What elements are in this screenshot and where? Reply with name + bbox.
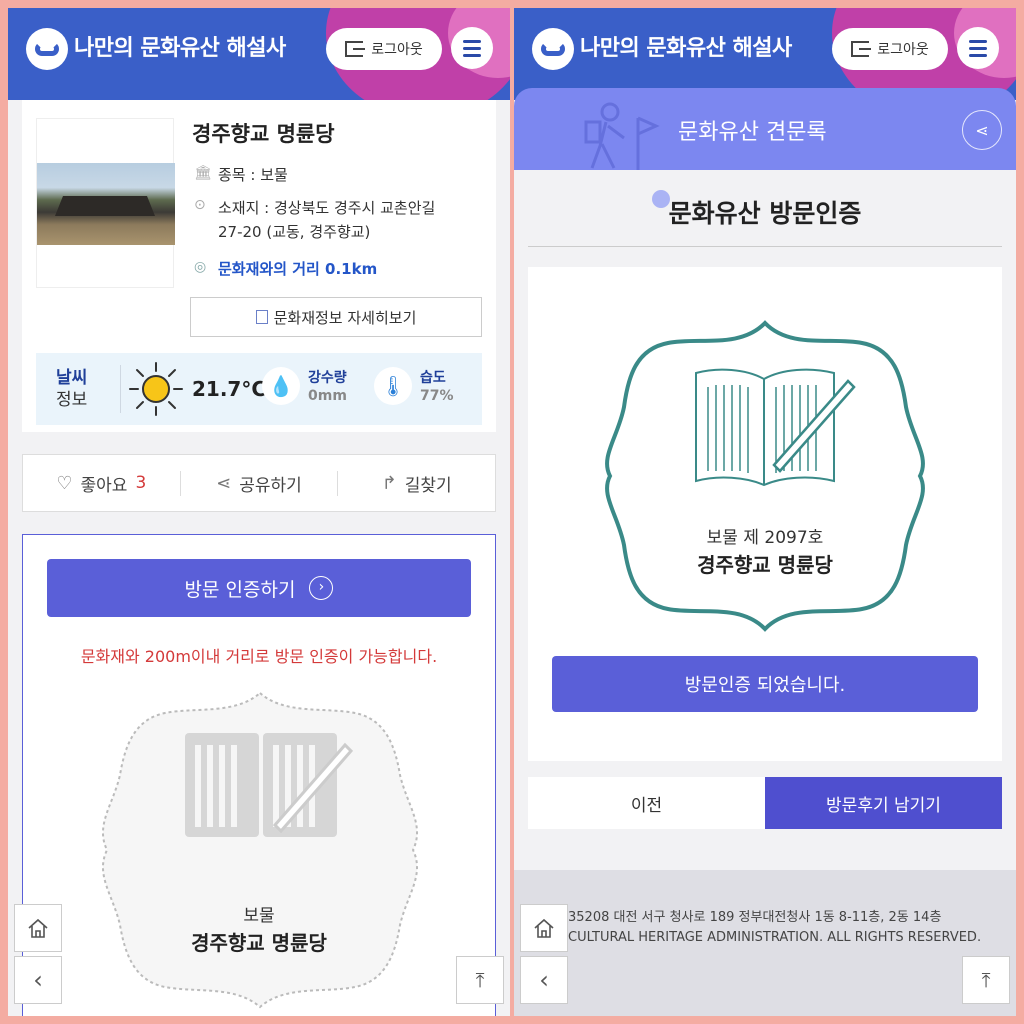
- distance-row: ◎ 문화재와의 거리 0.1km: [194, 258, 377, 279]
- scroll-top-button[interactable]: ⤒: [456, 956, 504, 1004]
- share-label: 공유하기: [239, 475, 302, 496]
- page-title: 문화유산 방문인증: [668, 199, 862, 228]
- section-title: 문화유산 견문록: [678, 120, 827, 145]
- category-row: 🏛 종목 : 보물: [194, 164, 288, 185]
- logout-button[interactable]: 로그아웃: [832, 28, 948, 70]
- distance-notice: 문화재와 200m이내 거리로 방문 인증이 가능합니다.: [80, 647, 438, 666]
- like-count: 3: [135, 473, 147, 493]
- humidity-info: 습도 77%: [420, 369, 454, 405]
- logout-icon: [345, 41, 366, 57]
- home-icon: [28, 918, 48, 938]
- weather-panel: 날씨 정보 21.7°C 💧 강수량 0mm 🌡 습도 77%: [36, 353, 482, 425]
- heart-icon: ♡: [56, 472, 73, 494]
- section-banner: 문화유산 견문록 ⋖: [514, 88, 1016, 170]
- badge-category: 보물 제 2097호: [706, 528, 824, 548]
- humidity-label: 습도: [420, 370, 446, 386]
- certified-status-button[interactable]: 방문인증 되었습니다.: [552, 656, 978, 712]
- sun-icon: [129, 362, 183, 416]
- category-label: 종목 : 보물: [218, 166, 288, 184]
- home-icon: [534, 918, 554, 938]
- share-icon: ⋖: [216, 472, 232, 494]
- museum-icon: 🏛: [194, 165, 212, 181]
- footer: 35208 대전 서구 청사로 189 정부대전청사 1동 8-11층, 2동 …: [514, 870, 1016, 1016]
- arrow-right-icon: ›: [309, 576, 334, 600]
- heritage-badge-certified: [605, 320, 925, 632]
- badge-category: 보물: [243, 906, 275, 926]
- humidity-icon: 🌡: [374, 367, 412, 405]
- heritage-name: 경주향교 명륜당: [192, 122, 335, 146]
- weather-divider: [120, 365, 121, 413]
- back-icon: ‹: [33, 966, 43, 994]
- share-icon: ⋖: [975, 120, 989, 140]
- logo-icon[interactable]: [26, 28, 68, 70]
- footer-address: 35208 대전 서구 청사로 189 정부대전청사 1동 8-11층, 2동 …: [568, 910, 942, 925]
- app-header: 나만의 문화유산 해설사 로그아웃: [514, 8, 1016, 100]
- scroll-top-button[interactable]: ⤒: [962, 956, 1010, 1004]
- heritage-photo[interactable]: [36, 118, 175, 288]
- badge-heritage-name: 경주향교 명륜당: [191, 931, 327, 955]
- hiker-icon: [584, 102, 660, 170]
- weather-label-1: 날씨: [56, 368, 88, 388]
- menu-button[interactable]: [957, 27, 999, 69]
- app-title: 나만의 문화유산 해설사: [74, 36, 286, 61]
- visit-certify-label: 방문 인증하기: [184, 578, 296, 601]
- bottom-actions: 이전 방문후기 남기기: [528, 777, 1002, 829]
- badge-heritage-name: 경주향교 명륜당: [697, 553, 833, 577]
- location-pin-icon: ⊙: [194, 197, 206, 213]
- logo-icon[interactable]: [532, 28, 574, 70]
- gps-icon: ◎: [194, 259, 207, 275]
- visit-certify-button[interactable]: 방문 인증하기 ›: [47, 559, 471, 617]
- right-screen: 나만의 문화유산 해설사 로그아웃 문화유산 견문록 ⋖ 문화유산 방문인증 보…: [514, 8, 1016, 1016]
- address-row: ⊙ 소재지 : 경상북도 경주시 교촌안길 27-20 (교동, 경주향교): [194, 196, 435, 244]
- app-title: 나만의 문화유산 해설사: [580, 36, 792, 61]
- action-bar: ♡ 좋아요 3 ⋖ 공유하기 ↱ 길찾기: [22, 454, 496, 512]
- logout-label: 로그아웃: [877, 42, 929, 58]
- distance-text: 문화재와의 거리 0.1km: [218, 260, 378, 278]
- heritage-badge-inactive: [102, 691, 418, 1009]
- home-button[interactable]: [520, 904, 568, 952]
- logout-icon: [851, 41, 872, 57]
- prev-button[interactable]: 이전: [528, 777, 765, 829]
- back-button[interactable]: ‹: [520, 956, 568, 1004]
- address-line-2: 27-20 (교동, 경주향교): [218, 223, 371, 241]
- scroll-top-icon: ⤒: [475, 968, 485, 992]
- directions-icon: ↱: [381, 472, 397, 494]
- copy-icon: [255, 310, 268, 324]
- write-review-button[interactable]: 방문후기 남기기: [765, 777, 1002, 829]
- footer-info: 35208 대전 서구 청사로 189 정부대전청사 1동 8-11층, 2동 …: [568, 908, 981, 948]
- visit-certification-section: 방문 인증하기 › 문화재와 200m이내 거리로 방문 인증이 가능합니다. …: [22, 534, 496, 1016]
- rain-value: 0mm: [308, 388, 347, 404]
- book-icon: [185, 733, 354, 837]
- share-button[interactable]: ⋖ 공유하기: [179, 470, 338, 496]
- detail-info-button[interactable]: 문화재정보 자세히보기: [190, 297, 482, 337]
- humidity-value: 77%: [420, 388, 454, 404]
- left-screen: 나만의 문화유산 해설사 로그아웃 경주향교 명륜당 🏛 종목 : 보물 ⊙ 소…: [8, 8, 510, 1016]
- weather-label: 날씨 정보: [56, 367, 87, 411]
- divider: [528, 246, 1002, 247]
- menu-button[interactable]: [451, 27, 493, 69]
- like-label: 좋아요: [80, 475, 128, 496]
- like-button[interactable]: ♡ 좋아요 3: [23, 471, 180, 496]
- back-button[interactable]: ‹: [14, 956, 62, 1004]
- back-icon: ‹: [539, 966, 549, 994]
- logout-label: 로그아웃: [371, 42, 423, 58]
- rain-drop-icon: 💧: [262, 367, 300, 405]
- heritage-info-card: 경주향교 명륜당 🏛 종목 : 보물 ⊙ 소재지 : 경상북도 경주시 교촌안길…: [22, 100, 496, 432]
- app-header: 나만의 문화유산 해설사 로그아웃: [8, 8, 510, 100]
- rain-info: 강수량 0mm: [308, 369, 347, 405]
- address-line-1: 소재지 : 경상북도 경주시 교촌안길: [218, 199, 436, 217]
- scroll-top-icon: ⤒: [981, 968, 991, 992]
- rain-label: 강수량: [308, 370, 347, 386]
- share-button[interactable]: ⋖: [962, 110, 1002, 150]
- directions-label: 길찾기: [404, 475, 452, 496]
- logout-button[interactable]: 로그아웃: [326, 28, 442, 70]
- footer-copyright: CULTURAL HERITAGE ADMINISTRATION. ALL RI…: [568, 930, 982, 945]
- certification-card: 보물 제 2097호 경주향교 명륜당 방문인증 되었습니다.: [528, 267, 1002, 761]
- home-button[interactable]: [14, 904, 62, 952]
- temperature-value: 21.7°C: [192, 377, 267, 401]
- weather-label-2: 정보: [56, 390, 88, 410]
- directions-button[interactable]: ↱ 길찾기: [337, 470, 495, 496]
- detail-info-label: 문화재정보 자세히보기: [273, 308, 417, 327]
